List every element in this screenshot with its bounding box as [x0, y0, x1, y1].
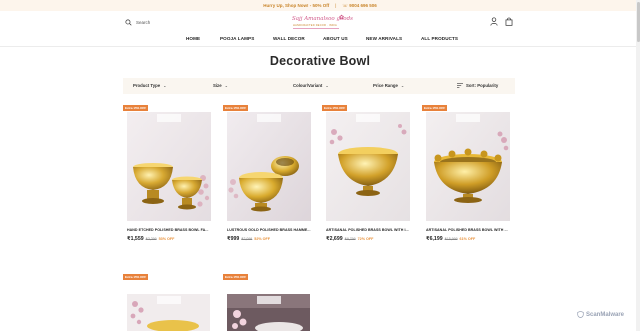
- sale-badge: Extra 15% OFF: [422, 105, 448, 111]
- product-card[interactable]: Extra 15% OFF: [223, 274, 310, 331]
- sale-badge: Extra 15% OFF: [322, 105, 348, 111]
- search-icon[interactable]: [125, 19, 132, 26]
- user-icon[interactable]: [490, 17, 498, 26]
- product-card[interactable]: Extra 15% OFF ARTISANAL POLISHED BRASS B…: [322, 105, 410, 250]
- sale-badge: Extra 15% OFF: [223, 274, 249, 280]
- product-image[interactable]: [127, 294, 210, 331]
- search-bar[interactable]: [125, 19, 196, 26]
- price-discount: 72% OFF: [357, 237, 374, 241]
- filter-label: Colour/Variant: [293, 83, 323, 88]
- product-image[interactable]: [227, 294, 310, 331]
- nav-wall-decor[interactable]: WALL DECOR: [273, 36, 305, 41]
- filter-price[interactable]: Price Range ⌄: [373, 83, 404, 88]
- nav-new-arrivals[interactable]: NEW ARRIVALS: [366, 36, 402, 41]
- product-card[interactable]: Extra 15% OFF LUSTROUS GOLD POLISHED BRA…: [223, 105, 311, 250]
- product-image[interactable]: [127, 112, 211, 221]
- watermark-text: ScanMalware: [586, 311, 625, 318]
- product-name[interactable]: LUSTROUS GOLD POLISHED BRASS HAMME...: [227, 228, 311, 232]
- sort-dropdown[interactable]: Sort: Popularity: [457, 83, 498, 88]
- price-original: ₹15,999: [444, 237, 458, 241]
- search-input[interactable]: [136, 20, 196, 25]
- price-original: ₹3,299: [145, 237, 157, 241]
- sort-label: Sort: Popularity: [466, 83, 499, 88]
- flower-icon: ✿: [339, 15, 345, 21]
- filter-label: Size: [213, 83, 222, 88]
- nav-home[interactable]: HOME: [186, 36, 200, 41]
- product-prices: ₹1,559 ₹3,299 53% OFF: [127, 236, 174, 242]
- chevron-down-icon: ⌄: [400, 83, 405, 88]
- product-prices: ₹2,699 ₹9,799 72% OFF: [326, 236, 373, 242]
- scanmalware-watermark: ScanMalware: [577, 311, 624, 318]
- nav-about-us[interactable]: ABOUT US: [323, 36, 348, 41]
- nav-pooja-lamps[interactable]: POOJA LAMPS: [220, 36, 254, 41]
- filter-bar: Product Type ⌄ Size ⌄ Colour/Variant ⌄ P…: [123, 78, 515, 94]
- product-card[interactable]: Extra 15% OFF: [123, 274, 210, 331]
- price-original: ₹9,799: [344, 237, 356, 241]
- price-current: ₹1,559: [127, 236, 144, 242]
- page-scrollbar[interactable]: [636, 0, 640, 331]
- announcement-text: Hurry Up, Shop Now! - 50% Off: [263, 3, 330, 8]
- shopping-bag-icon[interactable]: [505, 17, 513, 26]
- product-image[interactable]: [326, 112, 410, 221]
- price-discount: 61% OFF: [459, 237, 476, 241]
- announcement-phone[interactable]: ☏ 9004 696 506: [342, 3, 376, 9]
- chevron-down-icon: ⌄: [224, 83, 228, 88]
- nav-all-products[interactable]: ALL PRODUCTS: [421, 36, 458, 41]
- filter-label: Price Range: [373, 83, 398, 88]
- filter-label: Product Type: [133, 83, 161, 88]
- chevron-down-icon: ⌄: [163, 83, 167, 88]
- product-name[interactable]: ARTISANAL POLISHED BRASS BOWL WITH I...: [326, 228, 410, 232]
- page-title: Decorative Bowl: [269, 54, 371, 68]
- sort-icon: [457, 83, 463, 88]
- product-name[interactable]: HAND ETCHED POLISHED BRASS BOWL FA...: [127, 228, 211, 232]
- chevron-down-icon: ⌄: [325, 83, 329, 88]
- sale-badge: Extra 15% OFF: [223, 105, 249, 111]
- announcement-bar: Hurry Up, Shop Now! - 50% Off | ☏ 9004 6…: [0, 0, 640, 11]
- sale-badge: Extra 15% OFF: [123, 105, 149, 111]
- price-current: ₹2,699: [326, 236, 343, 242]
- price-discount: 52% OFF: [254, 237, 271, 241]
- price-original: ₹2,099: [241, 237, 253, 241]
- logo-divider: [293, 28, 339, 29]
- sale-badge: Extra 15% OFF: [123, 274, 149, 280]
- price-discount: 53% OFF: [158, 237, 175, 241]
- logo-tagline: HANDCRAFTED DECOR · INDIA: [293, 24, 337, 27]
- product-prices: ₹6,199 ₹15,999 61% OFF: [426, 236, 475, 242]
- product-image[interactable]: [426, 112, 510, 221]
- filter-colour[interactable]: Colour/Variant ⌄: [293, 83, 329, 88]
- product-name[interactable]: ARTISANAL POLISHED BRASS BOWL WITH ...: [426, 228, 510, 232]
- price-current: ₹6,199: [426, 236, 443, 242]
- product-image[interactable]: [227, 112, 311, 221]
- product-card[interactable]: Extra 15% OFF HAND ETCHED POLISHED BRASS…: [123, 105, 211, 250]
- main-nav: HOME POOJA LAMPS WALL DECOR ABOUT US NEW…: [0, 34, 640, 44]
- announcement-separator: |: [335, 3, 337, 8]
- price-current: ₹999: [227, 236, 240, 242]
- scrollbar-thumb[interactable]: [636, 2, 640, 42]
- site-logo[interactable]: Sajj Amanalsoo goods ✿ HANDCRAFTED DECOR…: [289, 15, 353, 35]
- product-card[interactable]: Extra 15% OFF ARTISANAL POLISHED BRASS B…: [422, 105, 510, 250]
- product-prices: ₹999 ₹2,099 52% OFF: [227, 236, 270, 242]
- header-divider: [0, 46, 640, 47]
- shield-icon: [577, 311, 584, 318]
- filter-size[interactable]: Size ⌄: [213, 83, 228, 88]
- filter-product-type[interactable]: Product Type ⌄: [133, 83, 167, 88]
